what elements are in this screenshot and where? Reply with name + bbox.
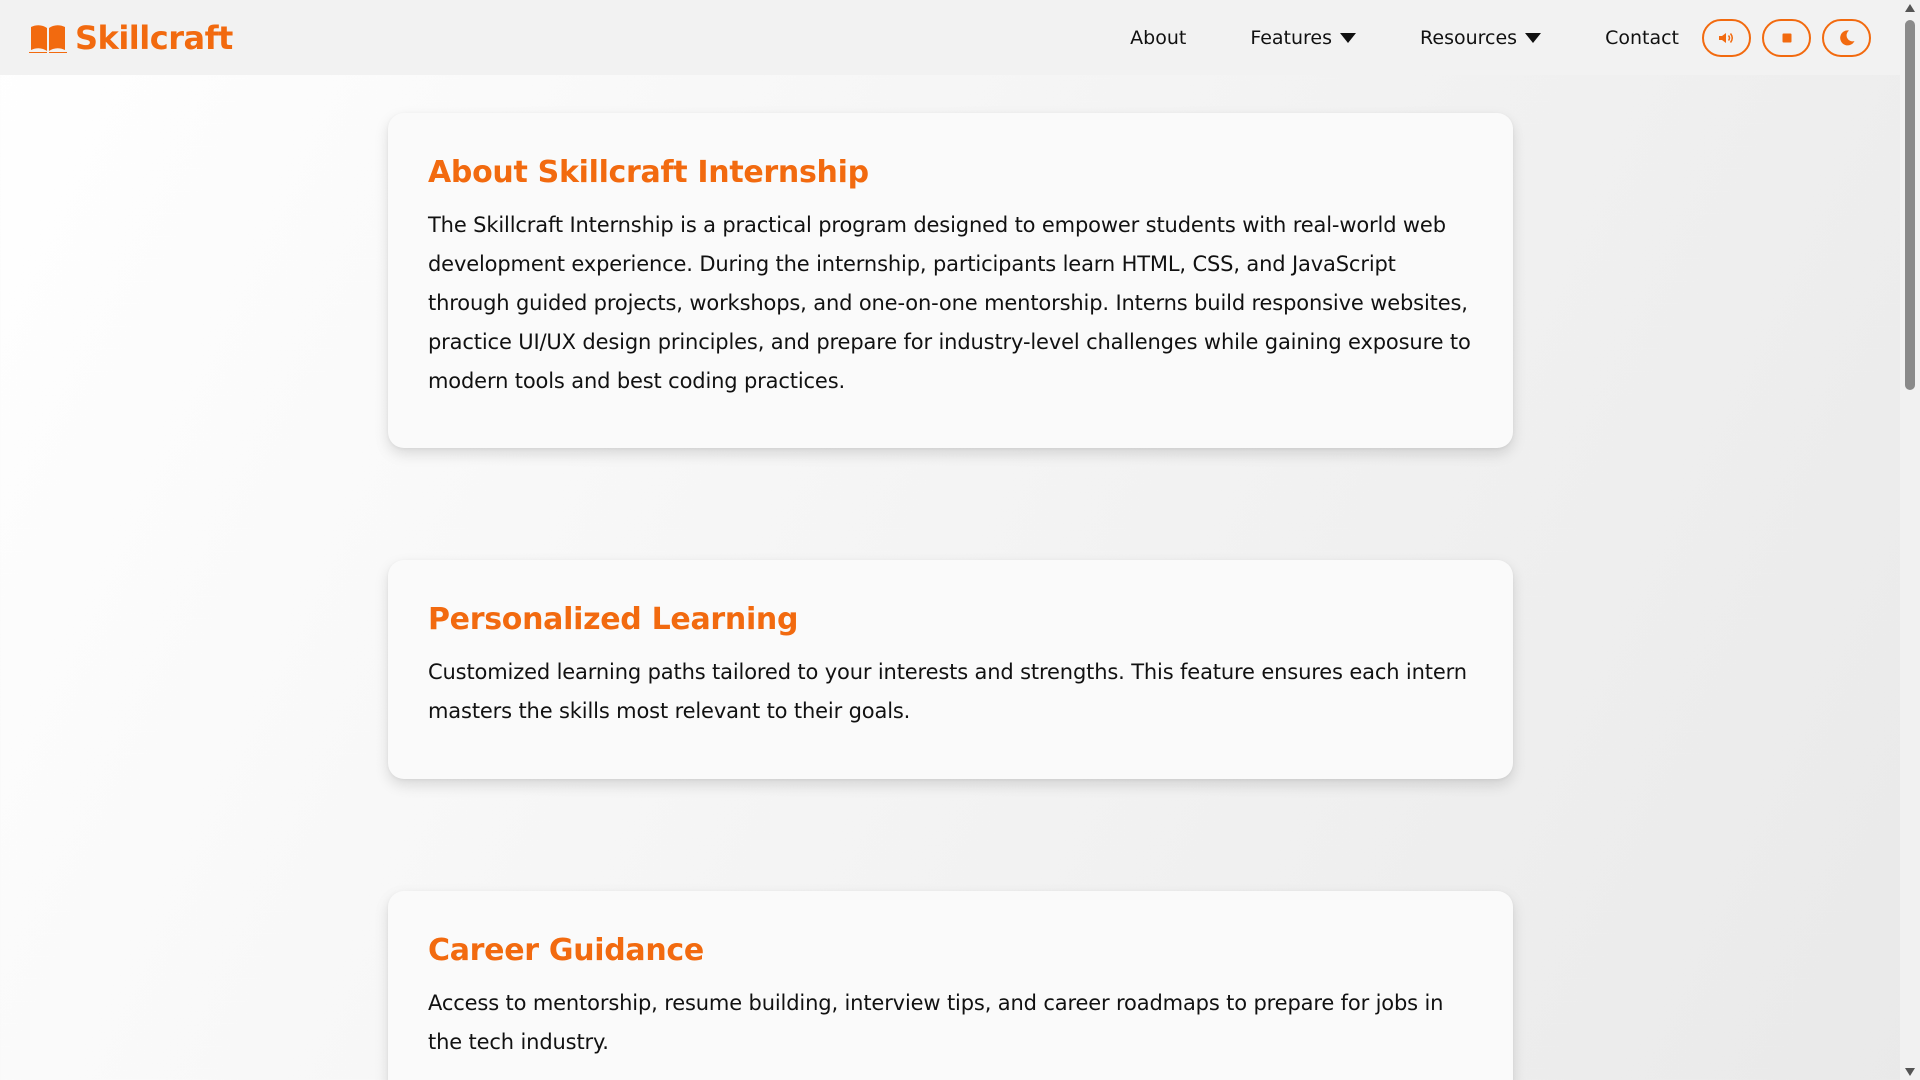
scroll-up-arrow-icon[interactable] [1905,4,1915,12]
stop-button[interactable] [1762,18,1811,57]
navbar: Skillcraft About Features Resources Cont… [0,0,1900,75]
nav-item-label: Features [1250,26,1333,49]
brand-logo-link[interactable]: Skillcraft [29,19,233,57]
nav-item-about[interactable]: About [1130,27,1186,49]
brand-name: Skillcraft [75,18,233,57]
scroll-down-arrow-icon[interactable] [1905,1068,1915,1076]
card-title: About Skillcraft Internship [428,155,869,190]
personalized-learning-card: Personalized Learning Customized learnin… [388,560,1513,779]
about-card: About Skillcraft Internship The Skillcra… [388,113,1513,448]
open-book-icon [29,23,67,53]
card-text: The Skillcraft Internship is a practical… [428,213,1471,393]
speaker-icon [1718,31,1736,45]
scroll-thumb[interactable] [1905,20,1915,390]
nav-item-label: Contact [1605,26,1679,49]
dark-mode-toggle[interactable] [1822,18,1871,57]
moon-icon [1838,29,1856,47]
nav-controls [1691,18,1871,57]
vertical-scrollbar[interactable] [1900,0,1920,1080]
caret-down-icon [1525,33,1542,43]
nav-item-contact[interactable]: Contact [1605,27,1679,49]
nav-item-label: About [1130,26,1187,49]
speak-button[interactable] [1702,18,1751,57]
nav-item-features[interactable]: Features [1250,26,1357,49]
caret-down-icon [1340,33,1357,43]
card-text: Customized learning paths tailored to yo… [428,660,1467,723]
stop-icon [1782,33,1792,43]
card-text: Access to mentorship, resume building, i… [428,991,1444,1054]
career-guidance-card: Career Guidance Access to mentorship, re… [388,891,1513,1080]
nav-item-label: Resources [1420,26,1518,49]
main-nav: About Features Resources Contact [1130,27,1679,49]
nav-item-resources[interactable]: Resources [1420,26,1542,49]
card-title: Personalized Learning [428,602,799,637]
card-title: Career Guidance [428,933,704,968]
